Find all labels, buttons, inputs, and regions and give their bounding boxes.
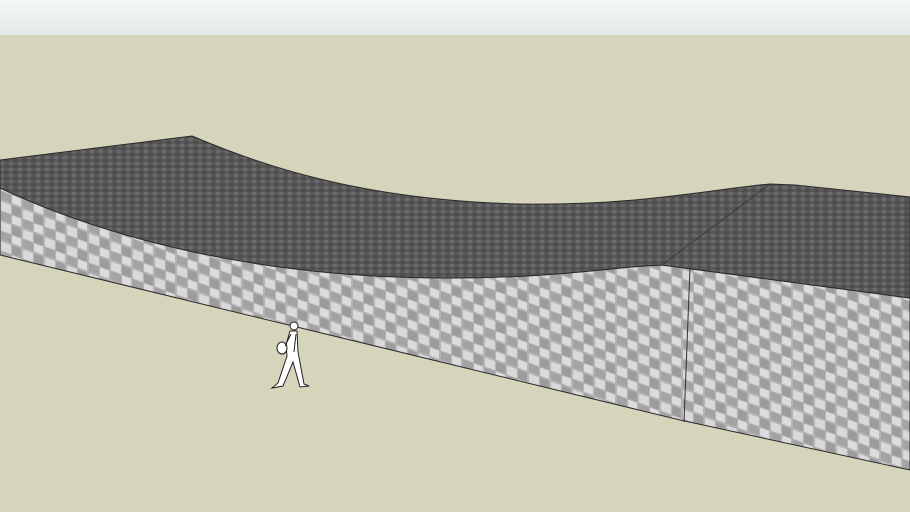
3d-viewport[interactable] (0, 0, 910, 512)
sky (0, 0, 910, 35)
